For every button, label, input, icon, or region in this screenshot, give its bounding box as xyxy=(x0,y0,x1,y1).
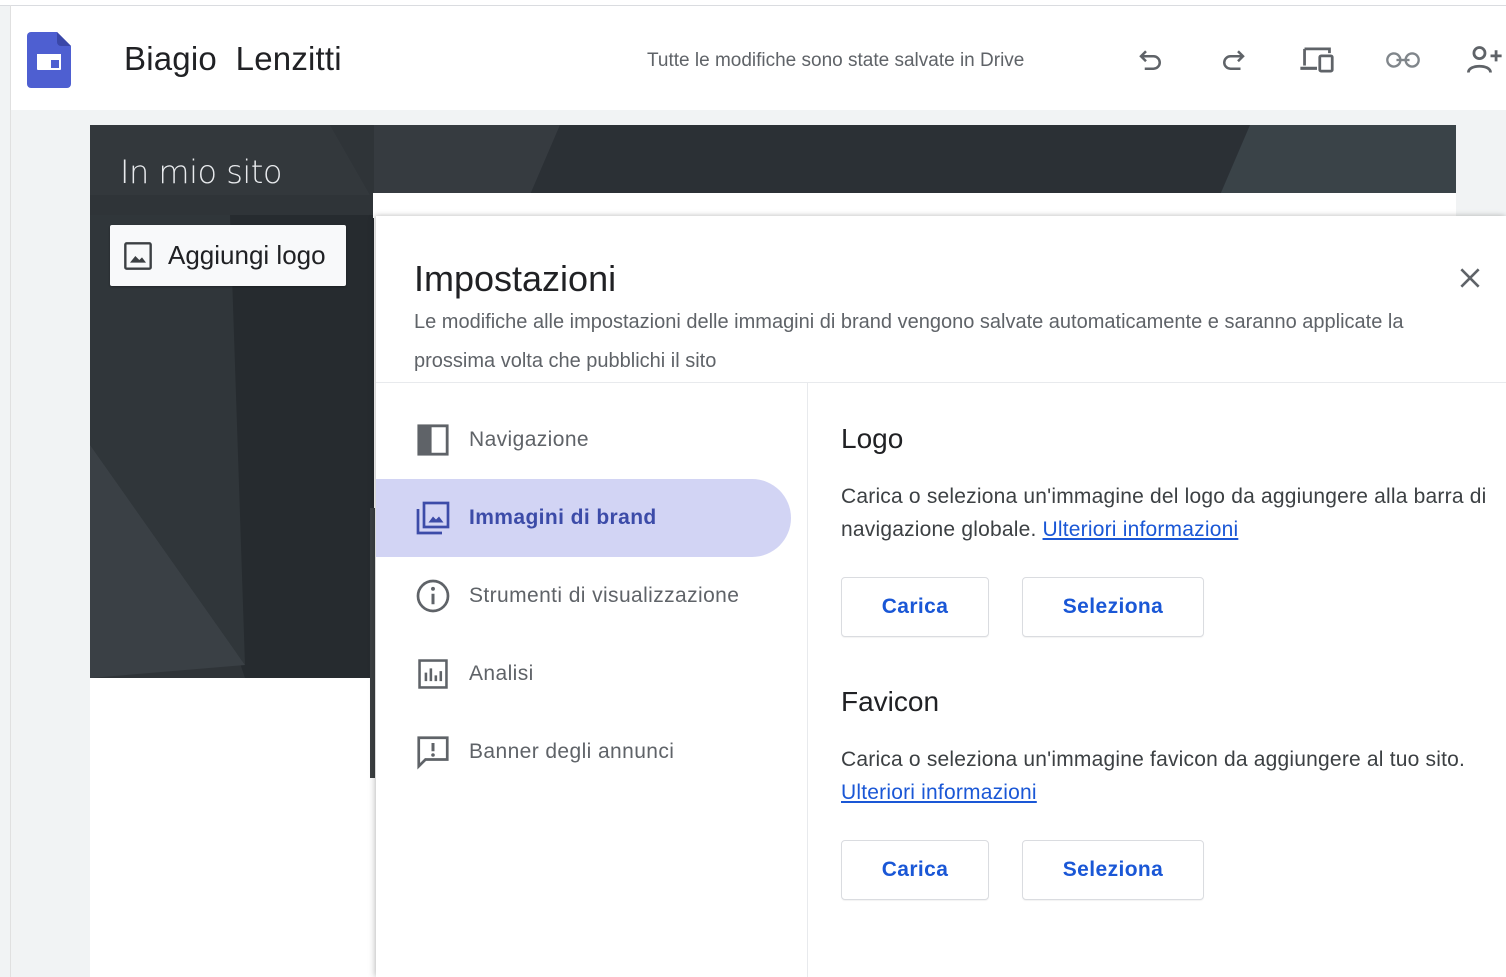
nav-item-immagini-di-brand[interactable]: Immagini di brand xyxy=(376,479,791,557)
info-icon xyxy=(414,577,452,615)
nav-item-strumenti-di-visualizzazione[interactable]: Strumenti di visualizzazione xyxy=(376,557,791,635)
favicon-select-button[interactable]: Seleziona xyxy=(1022,840,1204,900)
dialog-subtitle: Le modifiche alle impostazioni delle imm… xyxy=(414,311,1404,372)
logo-select-button[interactable]: Seleziona xyxy=(1022,577,1204,637)
save-status-text: Tutte le modifiche sono state salvate in… xyxy=(647,50,1025,71)
favicon-section-description: Carica o seleziona un'immagine favicon d… xyxy=(841,743,1491,809)
logo-section-description: Carica o seleziona un'immagine del logo … xyxy=(841,480,1491,546)
google-sites-logo-icon[interactable] xyxy=(27,32,71,88)
logo-upload-button[interactable]: Carica xyxy=(841,577,989,637)
settings-dialog: Impostazioni Le modifiche alle impostazi… xyxy=(376,216,1506,977)
favicon-learn-more-link[interactable]: Ulteriori informazioni xyxy=(841,781,1037,804)
brand-images-icon xyxy=(414,499,452,537)
redo-icon[interactable] xyxy=(1215,42,1251,78)
nav-item-navigazione[interactable]: Navigazione xyxy=(376,401,791,479)
site-header-left-panel: In mio sito Aggiungi logo xyxy=(90,125,374,678)
link-icon[interactable] xyxy=(1385,42,1421,78)
editor-canvas-margin xyxy=(11,110,90,977)
nav-divider xyxy=(807,383,808,977)
header-triangle-pattern xyxy=(90,125,374,678)
share-person-icon[interactable] xyxy=(1467,42,1503,78)
favicon-section-title: Favicon xyxy=(841,686,940,717)
favicon-description-text: Carica o seleziona un'immagine favicon d… xyxy=(841,748,1466,771)
nav-item-label: Banner degli annunci xyxy=(469,740,675,763)
announcement-icon xyxy=(414,733,452,771)
logo-learn-more-link[interactable]: Ulteriori informazioni xyxy=(1043,518,1239,541)
site-title[interactable]: In mio sito xyxy=(120,153,282,191)
nav-item-label: Analisi xyxy=(469,662,534,685)
dialog-header-divider xyxy=(376,382,1506,383)
site-content-strip xyxy=(373,193,1456,218)
nav-item-banner-degli-annunci[interactable]: Banner degli annunci xyxy=(376,713,791,791)
nav-item-analisi[interactable]: Analisi xyxy=(376,635,791,713)
dialog-title: Impostazioni xyxy=(414,258,617,299)
navigation-panel-icon xyxy=(414,421,452,459)
undo-icon[interactable] xyxy=(1133,42,1169,78)
add-logo-label: Aggiungi logo xyxy=(168,240,326,270)
image-icon xyxy=(124,241,152,270)
analytics-icon xyxy=(414,655,452,693)
nav-item-label: Strumenti di visualizzazione xyxy=(469,584,740,607)
favicon-upload-button[interactable]: Carica xyxy=(841,840,989,900)
preview-device-icon[interactable] xyxy=(1299,42,1335,78)
app-header: Biagio Lenzitti Tutte le modifiche sono … xyxy=(11,6,1506,110)
add-logo-button[interactable]: Aggiungi logo xyxy=(110,225,346,286)
nav-item-label: Navigazione xyxy=(469,428,589,451)
close-icon[interactable] xyxy=(1452,260,1488,296)
site-name-title[interactable]: Biagio Lenzitti xyxy=(124,40,342,78)
panel-edge xyxy=(370,508,375,778)
nav-item-label: Immagini di brand xyxy=(469,506,657,529)
logo-section-title: Logo xyxy=(841,423,904,454)
